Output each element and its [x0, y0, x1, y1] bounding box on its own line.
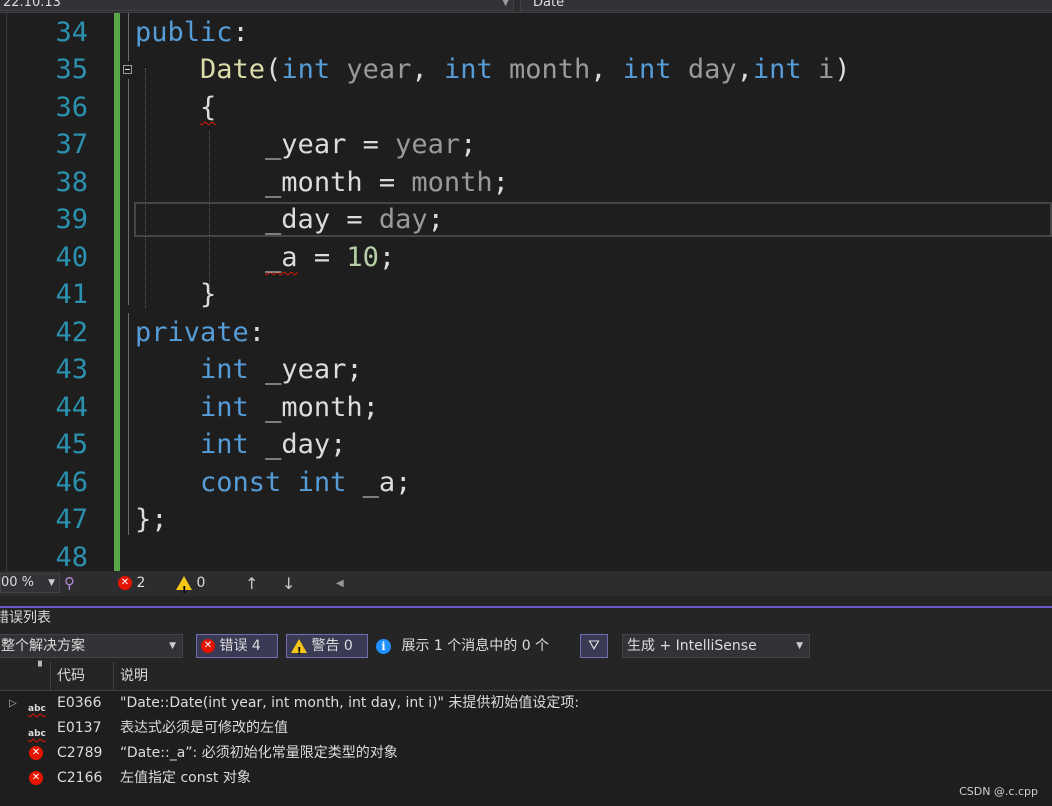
panel-splitter[interactable]	[0, 596, 1052, 608]
error-list-toolbar: 整个解决方案 ▼ ✕ 错误 4 警告 0 i 展示 1 个消息中的 0 个 ⛛ …	[0, 630, 1052, 663]
line-number: 45	[55, 429, 88, 460]
error-list-title-bar: 错误列表	[0, 608, 1052, 630]
table-row[interactable]: abc E0137 表达式必须是可修改的左值	[0, 716, 1052, 741]
error-icon: ✕	[29, 771, 43, 785]
filter-icon: ⛛	[588, 638, 600, 654]
error-description: “Date::_a”: 必须初始化常量限定类型的对象	[120, 745, 398, 761]
line-number: 41	[55, 279, 88, 310]
panel-title: 错误列表	[0, 610, 51, 626]
code-line: 37 _year = year;	[0, 126, 1052, 163]
chevron-down-icon: ▼	[502, 0, 509, 8]
column-header-description[interactable]: 说明	[120, 662, 148, 690]
member-value: Date	[533, 0, 565, 10]
line-number: 42	[55, 317, 88, 348]
error-description: 表达式必须是可修改的左值	[120, 720, 288, 736]
zoom-level: 00 %	[1, 575, 35, 590]
line-number: 40	[55, 242, 88, 273]
column-divider	[113, 662, 114, 690]
error-code: C2166	[57, 770, 103, 786]
line-number: 48	[55, 542, 88, 571]
code-line: 45 int _day;	[0, 426, 1052, 463]
error-list-rows: ▷ abc E0366 "Date::Date(int year, int mo…	[0, 691, 1052, 806]
zoom-dropdown[interactable]: 00 % ▼	[0, 573, 60, 593]
error-description: "Date::Date(int year, int month, int day…	[120, 695, 580, 711]
code-line: 46 const int _a;	[0, 464, 1052, 501]
line-number: 44	[55, 392, 88, 423]
error-code: C2789	[57, 745, 103, 761]
code-line: 42 private:	[0, 314, 1052, 351]
scroll-left-icon[interactable]: ◀	[336, 571, 344, 596]
warning-icon	[176, 576, 192, 603]
line-number: 47	[55, 504, 88, 535]
messages-filter-button[interactable]: i 展示 1 个消息中的 0 个	[376, 634, 549, 658]
warning-icon	[291, 639, 307, 663]
error-description: 左值指定 const 对象	[120, 770, 251, 786]
code-line: 43 int _year;	[0, 351, 1052, 388]
chevron-down-icon: ▼	[169, 641, 176, 651]
line-number: 35	[55, 54, 88, 85]
line-number: 37	[55, 129, 88, 160]
line-number: 38	[55, 167, 88, 198]
member-dropdown[interactable]: Date	[520, 0, 1052, 11]
filter-button[interactable]: ⛛	[580, 634, 608, 658]
table-row[interactable]: ✕ C2166 左值指定 const 对象	[0, 766, 1052, 791]
column-header-code[interactable]: 代码	[57, 662, 85, 690]
column-divider	[50, 662, 51, 690]
code-line: 34 public:	[0, 14, 1052, 51]
expand-icon[interactable]: ▷	[9, 691, 17, 716]
scope-dropdown[interactable]: 22.10.13 ▼	[0, 0, 514, 11]
code-line: 40 _a = 10;	[0, 239, 1052, 276]
code-line: 47 };	[0, 501, 1052, 538]
table-row[interactable]: ✕ C2789 “Date::_a”: 必须初始化常量限定类型的对象	[0, 741, 1052, 766]
warnings-filter-button[interactable]: 警告 0	[286, 634, 368, 663]
error-code: E0366	[57, 695, 102, 711]
code-line: 36 {	[0, 89, 1052, 126]
code-line: 35 Date(int year, int month, int day,int…	[0, 51, 1052, 88]
table-row[interactable]: ▷ abc E0366 "Date::Date(int year, int mo…	[0, 691, 1052, 716]
scope-value: 22.10.13	[3, 0, 61, 10]
code-line: 38 _month = month;	[0, 164, 1052, 201]
error-icon: ✕	[201, 639, 215, 653]
error-icon: ✕	[29, 746, 43, 760]
code-line: 44 int _month;	[0, 389, 1052, 426]
arrow-down-icon[interactable]: ↓	[282, 571, 295, 596]
chevron-down-icon: ▼	[48, 578, 55, 588]
intellicode-icon[interactable]: ⚲	[64, 571, 75, 596]
code-line: 39 _day = day;	[0, 201, 1052, 238]
warning-count-indicator[interactable]: 0	[176, 571, 205, 603]
chevron-down-icon: ▼	[796, 641, 803, 651]
build-intellisense-dropdown[interactable]: 生成 + IntelliSense ▼	[622, 634, 810, 658]
arrow-up-icon[interactable]: ↑	[245, 571, 258, 596]
line-number: 43	[55, 354, 88, 385]
errors-filter-button[interactable]: ✕ 错误 4	[196, 634, 278, 658]
navigation-bar: 22.10.13 ▼ Date	[0, 0, 1052, 13]
sort-icon[interactable]: ▘	[38, 654, 46, 682]
info-icon: i	[376, 638, 391, 654]
error-list-header: ▘ 代码 说明	[0, 662, 1052, 691]
error-icon: ✕	[118, 576, 132, 590]
scope-filter-dropdown[interactable]: 整个解决方案 ▼	[0, 634, 183, 658]
code-line: 41 }	[0, 276, 1052, 313]
code-editor[interactable]: 34 public: 35 Date(int year, int month, …	[0, 13, 1052, 571]
line-number: 36	[55, 92, 88, 123]
error-count-indicator[interactable]: ✕ 2	[118, 571, 145, 596]
line-number: 34	[55, 17, 88, 48]
error-code: E0137	[57, 720, 102, 736]
editor-status-bar: 00 % ▼ ⚲ ✕ 2 0 ↑ ↓ ◀	[0, 571, 1052, 603]
line-number: 46	[55, 467, 88, 498]
code-line: 48	[0, 539, 1052, 571]
line-number: 39	[55, 204, 88, 235]
watermark: CSDN @.c.cpp	[959, 785, 1038, 798]
